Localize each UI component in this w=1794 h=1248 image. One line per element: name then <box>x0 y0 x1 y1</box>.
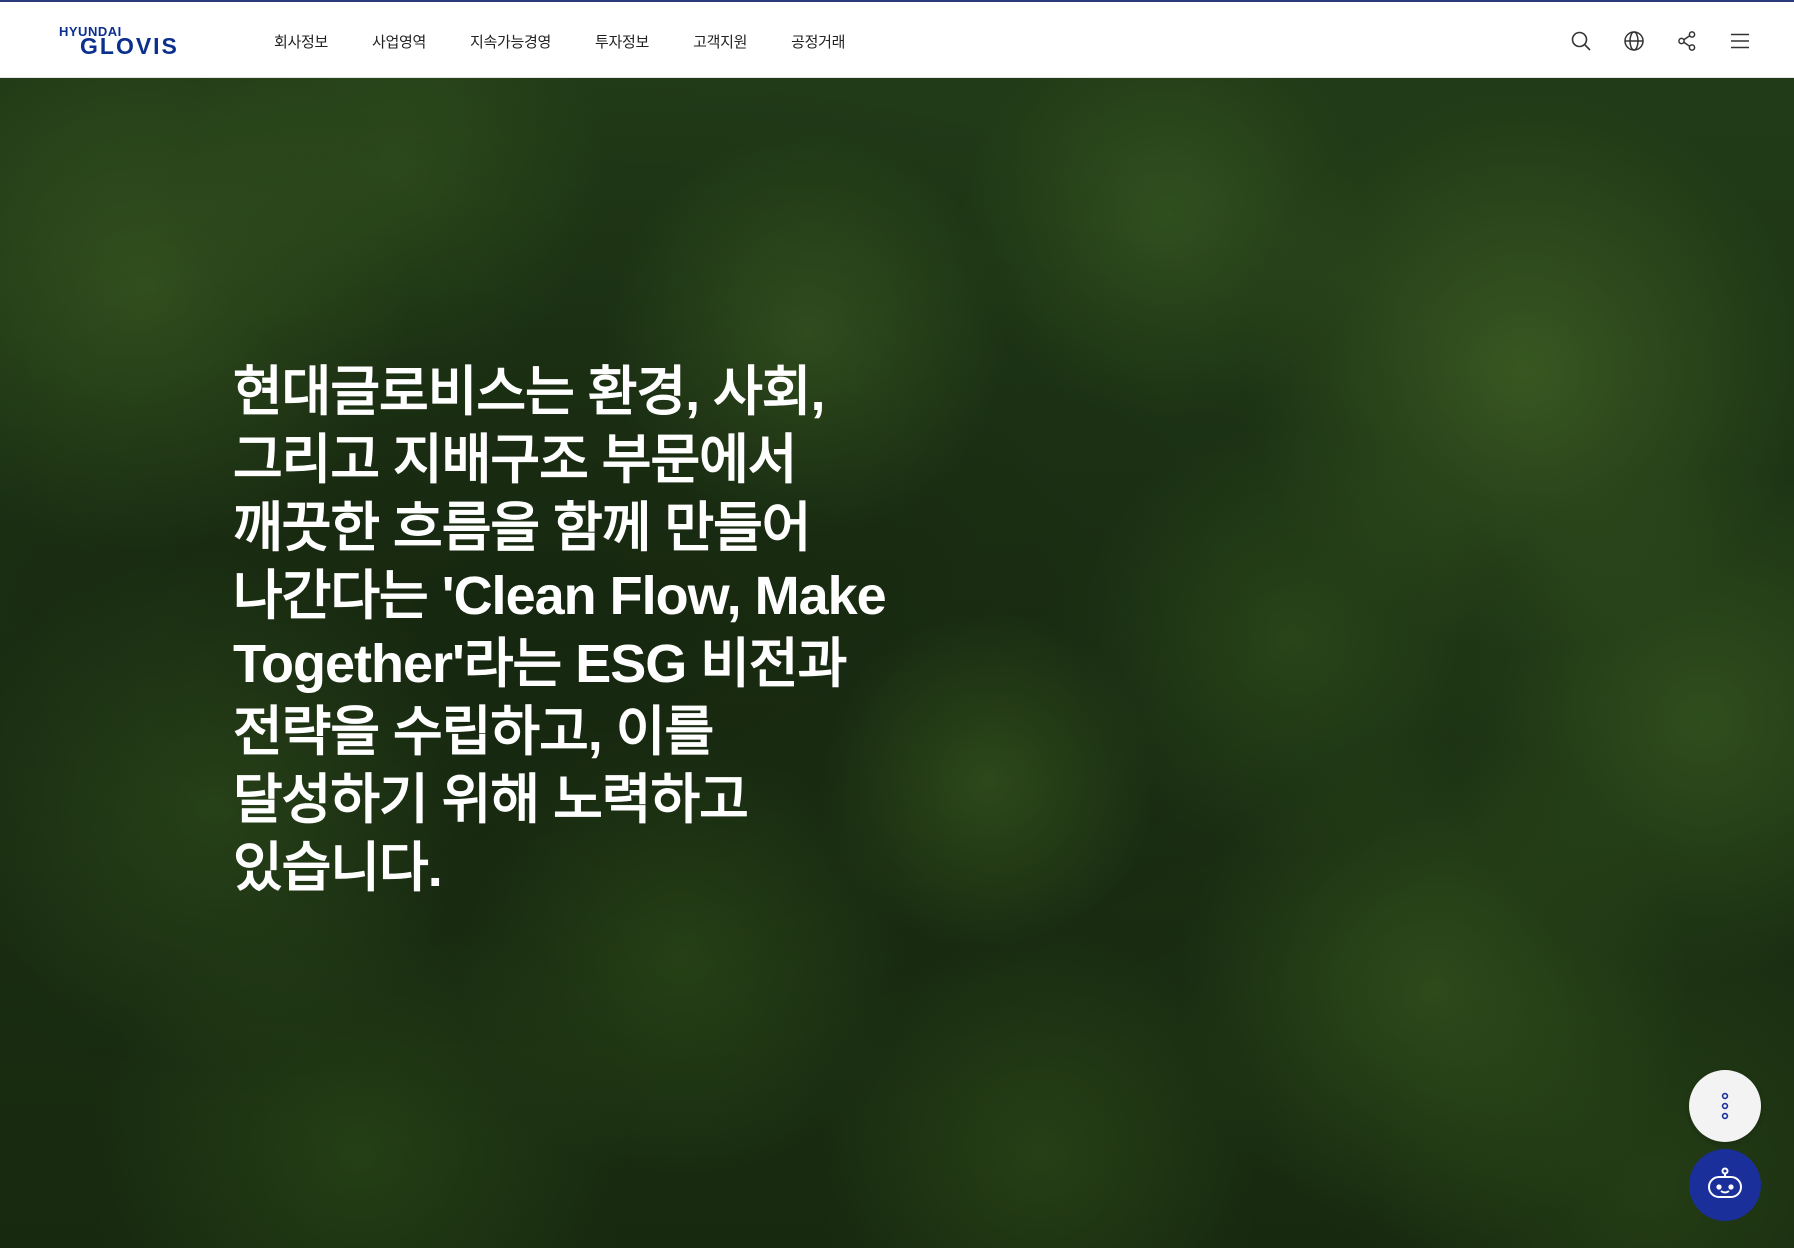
nav-item-company-info[interactable]: 회사정보 <box>274 31 328 52</box>
share-icon <box>1678 31 1696 51</box>
headline-line: 있습니다. <box>233 838 443 898</box>
nav-item-investor-relations[interactable]: 투자정보 <box>595 31 649 52</box>
nav-item-sustainability[interactable]: 지속가능경영 <box>470 31 551 52</box>
chatbot-icon <box>1708 1167 1742 1198</box>
headline-line: Together'라는 ESG 비전과 <box>233 634 847 694</box>
logo-brand-big: GLOVIS <box>80 33 179 59</box>
hamburger-menu-icon <box>1731 33 1749 49</box>
header-utilities <box>1542 2 1754 80</box>
headline-line: 그리고 지배구조 부문에서 <box>233 430 798 490</box>
nav-item-fair-trade[interactable]: 공정거래 <box>791 31 845 52</box>
esg-vision-headline: 현대글로비스는 환경, 사회, 그리고 지배구조 부문에서 깨끗한 흐름을 함께… <box>233 358 953 902</box>
menu-button[interactable] <box>1726 27 1754 55</box>
search-icon <box>1571 31 1591 51</box>
nav-item-customer-support[interactable]: 고객지원 <box>693 31 747 52</box>
headline-line: 현대글로비스는 환경, 사회, <box>233 362 826 422</box>
search-button[interactable] <box>1567 27 1595 55</box>
hero-forest-banner: 현대글로비스는 환경, 사회, 그리고 지배구조 부문에서 깨끗한 흐름을 함께… <box>0 78 1794 1248</box>
headline-line: 깨끗한 흐름을 함께 만들어 <box>233 498 812 558</box>
language-button[interactable] <box>1620 27 1648 55</box>
share-button[interactable] <box>1673 27 1701 55</box>
nav-item-business-areas[interactable]: 사업영역 <box>372 31 426 52</box>
headline-line: 나간다는 'Clean Flow, Make <box>233 566 887 626</box>
hyundai-glovis-logo[interactable]: HYUNDAI GLOVIS <box>59 22 201 60</box>
vertical-dots-icon <box>1721 1092 1729 1120</box>
globe-icon <box>1624 31 1644 51</box>
chatbot-button[interactable] <box>1689 1149 1761 1221</box>
headline-line: 달성하기 위해 노력하고 <box>233 770 749 830</box>
headline-line: 전략을 수립하고, 이를 <box>233 702 714 762</box>
main-nav: 회사정보 사업영역 지속가능경영 투자정보 고객지원 공정거래 <box>274 2 889 80</box>
site-header: HYUNDAI GLOVIS 회사정보 사업영역 지속가능경영 투자정보 고객지… <box>0 0 1794 78</box>
quick-menu-button[interactable] <box>1689 1070 1761 1142</box>
